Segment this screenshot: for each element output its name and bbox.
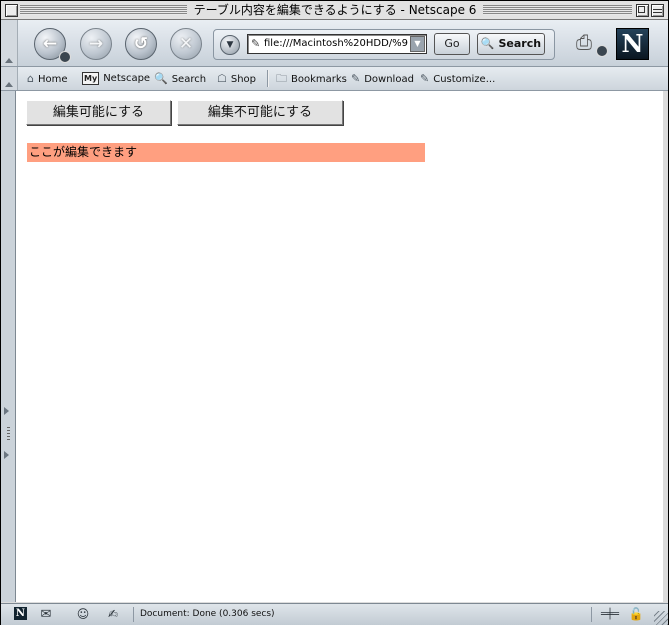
reload-button[interactable]: ↺ bbox=[125, 28, 157, 60]
reload-icon: ↺ bbox=[133, 34, 149, 54]
collapse-box-icon[interactable] bbox=[651, 4, 664, 17]
stop-button[interactable]: ✕ bbox=[170, 28, 202, 60]
title-bar[interactable]: テーブル内容を編集できるようにする - Netscape 6 bbox=[1, 1, 668, 20]
enable-edit-button[interactable]: 編集可能にする bbox=[26, 100, 171, 125]
security-lock-icon[interactable]: 🔓 bbox=[628, 607, 644, 622]
link-icon: ✎ bbox=[351, 72, 361, 85]
back-arrow-icon: ← bbox=[42, 34, 58, 54]
url-field[interactable]: ✎ ▼ bbox=[247, 34, 427, 54]
personal-toolbar: ⌂ Home My Netscape 🔍 Search ☖ Shop 🗀 Bookmark… bbox=[1, 67, 668, 91]
url-bar-group: ▼ ✎ ▼ Go 🔍 Search bbox=[213, 29, 555, 60]
navigation-toolbar: ← → ↺ ✕ ▼ ✎ ▼ Go 🔍 Search bbox=[1, 20, 668, 67]
page-content: 編集可能にする 編集不可能にする ここが編集できます bbox=[16, 91, 663, 602]
folder-icon: 🗀 bbox=[276, 72, 287, 85]
search-button-label: Search bbox=[498, 37, 542, 50]
navigation-toolbar-grip[interactable] bbox=[1, 20, 18, 66]
url-input[interactable] bbox=[264, 36, 410, 52]
forward-button[interactable]: → bbox=[80, 28, 112, 60]
online-offline-icon[interactable]: ═╪═ bbox=[597, 607, 623, 622]
shop-button[interactable]: ☖ Shop bbox=[217, 70, 256, 87]
instant-messenger-icon[interactable]: ☺ bbox=[73, 607, 93, 622]
customize-button[interactable]: ✎ Customize... bbox=[420, 70, 495, 87]
personal-toolbar-grip[interactable] bbox=[1, 67, 18, 90]
shop-icon: ☖ bbox=[217, 72, 227, 85]
status-bar: N ✉ ☺ ✍ Document: Done (0.306 secs) ═╪═ … bbox=[1, 603, 668, 625]
forward-arrow-icon: → bbox=[88, 34, 104, 54]
status-separator bbox=[591, 607, 592, 622]
my-netscape-button[interactable]: My Netscape bbox=[82, 70, 150, 87]
stop-icon: ✕ bbox=[178, 34, 194, 54]
my-netscape-icon: My bbox=[82, 72, 100, 85]
download-button[interactable]: ✎ Download bbox=[351, 70, 414, 87]
netscape-icon[interactable]: N bbox=[14, 607, 27, 620]
disable-edit-button[interactable]: 編集不可能にする bbox=[177, 100, 343, 125]
netscape-throbber-logo[interactable]: N bbox=[616, 28, 649, 60]
link-icon: ✎ bbox=[420, 72, 430, 85]
url-dropdown-icon[interactable]: ▼ bbox=[410, 36, 425, 52]
zoom-box-icon[interactable] bbox=[636, 4, 649, 17]
mail-icon[interactable]: ✉ bbox=[37, 607, 55, 622]
page-proxy-icon[interactable]: ✎ bbox=[251, 36, 260, 52]
url-history-button[interactable]: ▼ bbox=[220, 35, 240, 55]
go-button[interactable]: Go bbox=[434, 33, 470, 55]
close-box-icon[interactable] bbox=[5, 4, 18, 17]
status-separator bbox=[133, 607, 134, 622]
composer-icon[interactable]: ✍ bbox=[103, 607, 123, 622]
window-title: テーブル内容を編集できるようにする - Netscape 6 bbox=[187, 2, 483, 18]
sidebar-splitter[interactable] bbox=[1, 91, 16, 602]
browser-window: テーブル内容を編集できるようにする - Netscape 6 ← → ↺ ✕ ▼… bbox=[0, 0, 669, 625]
print-dropdown-icon[interactable] bbox=[596, 45, 608, 57]
search-button[interactable]: 🔍 Search bbox=[477, 33, 545, 55]
editable-table-cell[interactable]: ここが編集できます bbox=[27, 143, 425, 162]
splitter-grip-icon bbox=[7, 427, 10, 441]
search-icon: 🔍 bbox=[154, 72, 168, 85]
chevron-down-icon: ▼ bbox=[226, 40, 234, 50]
bookmarks-button[interactable]: 🗀 Bookmarks bbox=[276, 70, 347, 87]
back-history-dropdown-icon[interactable] bbox=[59, 51, 71, 63]
magnifier-icon: 🔍 bbox=[480, 37, 495, 50]
toolbar-separator bbox=[267, 70, 269, 87]
status-text: Document: Done (0.306 secs) bbox=[140, 609, 275, 619]
home-icon: ⌂ bbox=[27, 72, 34, 85]
home-button[interactable]: ⌂ Home bbox=[27, 70, 68, 87]
resize-grip-icon[interactable] bbox=[654, 611, 668, 625]
search-toolbar-button[interactable]: 🔍 Search bbox=[154, 70, 206, 87]
